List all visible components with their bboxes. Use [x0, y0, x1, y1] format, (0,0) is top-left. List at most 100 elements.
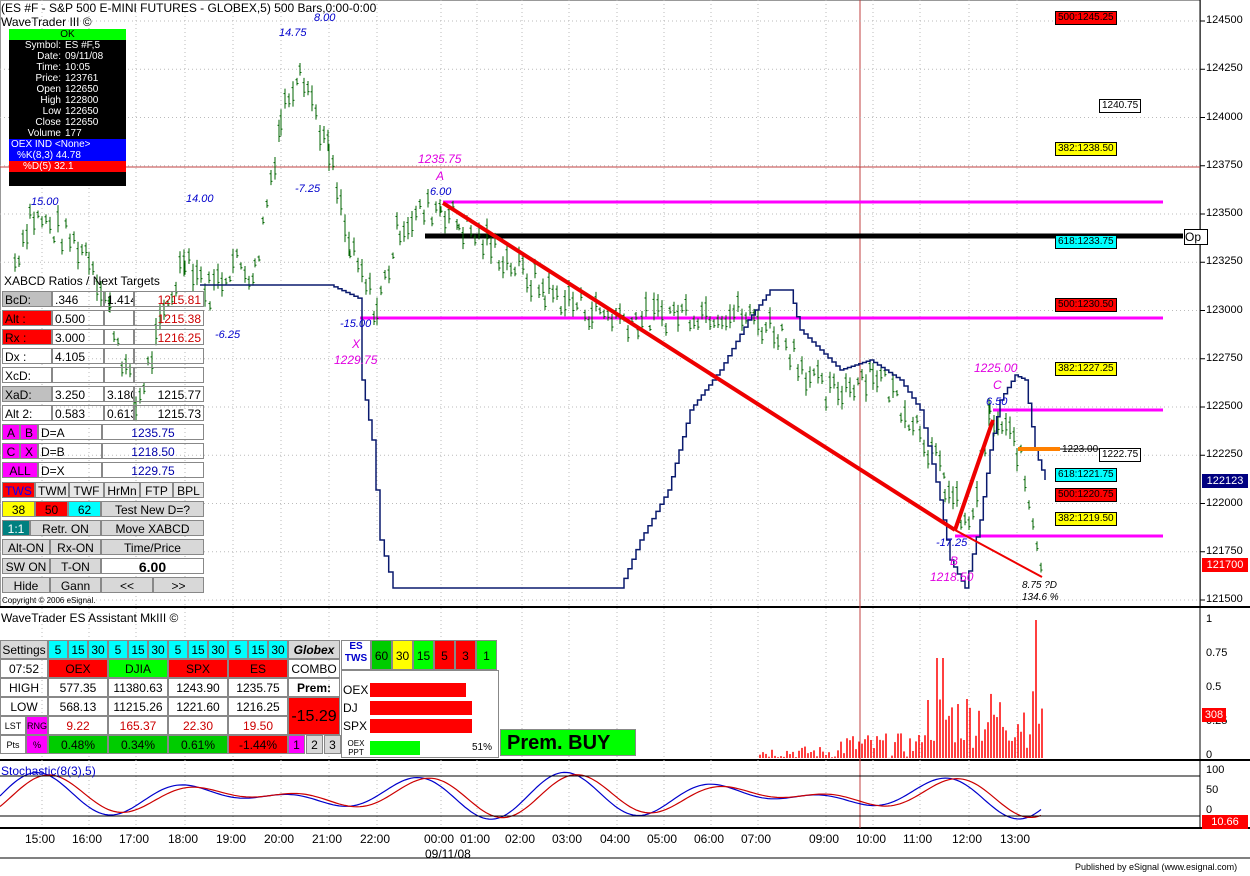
- annotation-b_label: B: [950, 554, 959, 568]
- xabcd-button-rx-on[interactable]: Rx-ON: [50, 539, 101, 555]
- xabcd-line-ab: [441, 201, 957, 532]
- fib-level-box: 500:1245.25: [1055, 11, 1117, 25]
- d-line-value: %D(5) 32.1: [9, 161, 126, 172]
- interval-button[interactable]: 15: [128, 640, 148, 659]
- xabcd-row-ratio2: 3.180: [104, 386, 134, 402]
- page-button-2[interactable]: 2: [306, 735, 323, 754]
- row-label: LOW: [0, 697, 48, 716]
- data-window-key: Price:: [35, 73, 61, 84]
- annotation-w5: -7.25: [295, 183, 321, 195]
- settings-button[interactable]: Settings: [0, 640, 48, 659]
- time-tick-label: 20:00: [264, 832, 295, 846]
- time-tick-label: 01:00: [460, 832, 491, 846]
- xabcd-toggle-1[interactable]: ALL: [2, 462, 38, 478]
- interval-button[interactable]: 30: [268, 640, 288, 659]
- retr-button-62[interactable]: 62: [68, 501, 101, 517]
- xabcd-button-prev[interactable]: <<: [101, 577, 153, 593]
- data-window-key: Volume: [27, 128, 61, 139]
- data-window-value: 122800: [65, 95, 99, 106]
- data-window-row: Open 122650: [9, 84, 126, 95]
- interval-button[interactable]: 15: [68, 640, 88, 659]
- interval-button[interactable]: 15: [188, 640, 208, 659]
- interval-button[interactable]: 30: [88, 640, 108, 659]
- xabcd-tab-twf[interactable]: TWF: [69, 482, 104, 498]
- xabcd-row-label: Alt :: [2, 310, 52, 326]
- interval-button[interactable]: 30: [208, 640, 228, 659]
- xabcd-tab-tws[interactable]: TWS: [2, 482, 35, 498]
- oex-ppt-label: OEX PPT: [347, 739, 365, 757]
- xabcd-button-gann[interactable]: Gann: [50, 577, 101, 593]
- xabcd-button-next[interactable]: >>: [153, 577, 204, 593]
- annotation-d_note: 8.75 ?D: [1022, 580, 1058, 591]
- interval-button[interactable]: 15: [248, 640, 268, 659]
- tws-value: 3: [455, 640, 476, 670]
- prem-bar-label: DJ: [343, 701, 358, 715]
- xabcd-button-alt-on[interactable]: Alt-ON: [2, 539, 50, 555]
- xabcd-button-t-on[interactable]: T-ON: [50, 558, 101, 574]
- page-button-3[interactable]: 3: [324, 735, 341, 754]
- index-cell: 577.35: [48, 678, 108, 697]
- annotation-c_wave: 6.50: [986, 396, 1008, 408]
- time-tick-label: 07:00: [741, 832, 772, 846]
- index-cell: 0.48%: [48, 735, 108, 754]
- date-label: 09/11/08: [425, 847, 471, 861]
- xabcd-button-value[interactable]: 6.00: [101, 558, 204, 574]
- interval-button[interactable]: 5: [108, 640, 128, 659]
- index-column-header: ES: [228, 659, 288, 678]
- index-column-header: DJIA: [108, 659, 168, 678]
- time-tick-label: 11:00: [903, 832, 933, 846]
- data-window-row: Volume 177: [9, 128, 126, 139]
- time-tick-label: 03:00: [552, 832, 583, 846]
- data-window-key: Time:: [36, 62, 61, 73]
- annotation-w2: 14.00: [186, 193, 214, 205]
- xabcd-toggle-2[interactable]: X: [20, 443, 38, 459]
- xabcd-button-sw-on[interactable]: SW ON: [2, 558, 50, 574]
- xabcd-toggle-1[interactable]: A: [2, 424, 20, 440]
- time-tick-label: 17:00: [119, 832, 150, 846]
- xabcd-row-ratio2: [104, 348, 134, 364]
- xabcd-tab-bpl[interactable]: BPL: [173, 482, 204, 498]
- retr-button-50[interactable]: 50: [35, 501, 68, 517]
- interval-button[interactable]: 5: [228, 640, 248, 659]
- interval-button[interactable]: 5: [168, 640, 188, 659]
- xabcd-row-ratio2: [104, 310, 134, 326]
- copyright: Copyright © 2006 eSignal.: [2, 596, 96, 605]
- xabcd-d-eq: D=A: [38, 424, 102, 440]
- ppt-bar: [370, 741, 420, 755]
- data-window-value: 09/11/08: [65, 51, 104, 62]
- interval-button[interactable]: 30: [148, 640, 168, 659]
- xabcd-tab-twm[interactable]: TWM: [35, 482, 69, 498]
- fib-level-box: 618:1221.75: [1055, 468, 1117, 482]
- xabcd-button-btn-11[interactable]: 1:1: [2, 520, 30, 536]
- xabcd-button-retr-on[interactable]: Retr. ON: [30, 520, 101, 536]
- xabcd-tab-ftp[interactable]: FTP: [140, 482, 173, 498]
- interval-button[interactable]: 5: [48, 640, 68, 659]
- xabcd-row-label: Dx :: [2, 348, 52, 364]
- tws-step-line: [200, 284, 1046, 589]
- stochastic-lines: [0, 771, 1042, 820]
- page-button-1[interactable]: 1: [288, 735, 305, 754]
- xabcd-button-time-price[interactable]: Time/Price: [101, 539, 204, 555]
- price-tick-label: 121750: [1206, 544, 1243, 557]
- test-new-d-button[interactable]: Test New D=?: [101, 501, 204, 517]
- time-tick-label: 16:00: [72, 832, 103, 846]
- volume-tick-label: 0: [1206, 749, 1213, 761]
- fib-level-box: 618:1233.75: [1055, 235, 1117, 249]
- time-tick-label: 19:00: [216, 832, 247, 846]
- retr-button-38[interactable]: 38: [2, 501, 35, 517]
- data-window-key: High: [40, 95, 61, 106]
- xabcd-row-ratio2: [104, 367, 134, 383]
- row-label: LST: [0, 716, 26, 735]
- xabcd-button-hide[interactable]: Hide: [2, 577, 50, 593]
- index-cell: 0.34%: [108, 735, 168, 754]
- data-window-row: Low 122650: [9, 106, 126, 117]
- xabcd-row-ratio: 4.105: [52, 348, 104, 364]
- xabcd-tab-hrmn[interactable]: HrMn: [104, 482, 140, 498]
- prem-bar: [370, 683, 466, 697]
- time-tick-label: 00:00: [424, 832, 455, 846]
- xabcd-toggle-2[interactable]: B: [20, 424, 38, 440]
- xabcd-button-move[interactable]: Move XABCD: [101, 520, 204, 536]
- es-tws-label: ES TWS: [341, 640, 371, 670]
- xabcd-toggle-1[interactable]: C: [2, 443, 20, 459]
- xabcd-d-target: 1235.75: [102, 424, 204, 440]
